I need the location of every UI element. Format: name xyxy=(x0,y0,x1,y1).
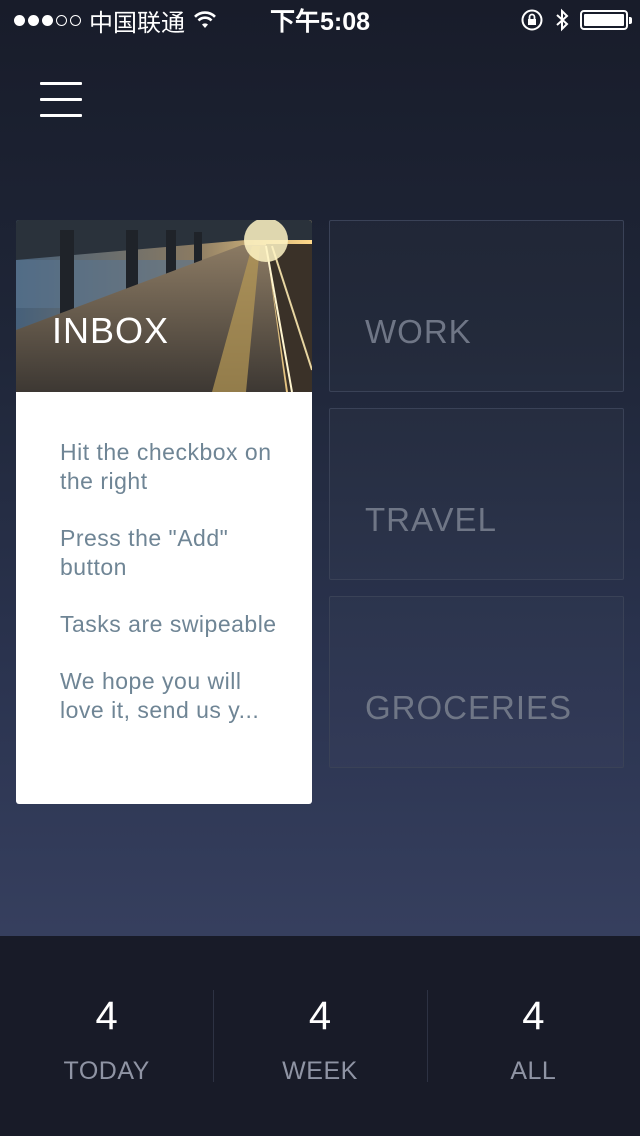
category-label: GROCERIES xyxy=(365,689,573,726)
list-item[interactable]: We hope you will love it, send us y... xyxy=(60,667,288,725)
list-item[interactable]: Press the "Add" button xyxy=(60,524,288,582)
hamburger-menu-icon[interactable] xyxy=(40,82,82,118)
stat-count: 4 xyxy=(95,994,118,1038)
stat-all[interactable]: 4 ALL xyxy=(426,936,640,1136)
inbox-title: INBOX xyxy=(52,310,170,351)
status-time: 下午5:08 xyxy=(269,8,371,36)
status-bar: 中国联通 下午5:08 xyxy=(0,0,640,40)
list-item[interactable]: Tasks are swipeable xyxy=(60,610,288,639)
wifi-icon xyxy=(194,11,216,28)
battery-icon xyxy=(580,10,632,30)
category-card-travel[interactable]: TRAVEL xyxy=(329,408,624,580)
stat-week[interactable]: 4 WEEK xyxy=(213,936,426,1136)
stat-count: 4 xyxy=(308,994,332,1038)
stat-label: TODAY xyxy=(63,1057,150,1085)
category-card-groceries[interactable]: GROCERIES xyxy=(329,596,624,768)
carrier-name: 中国联通 xyxy=(89,9,185,37)
stat-count: 4 xyxy=(522,994,545,1038)
bluetooth-icon xyxy=(556,8,569,32)
stat-label: WEEK xyxy=(282,1057,358,1085)
category-label: WORK xyxy=(365,313,472,350)
status-right xyxy=(520,8,632,32)
stat-label: ALL xyxy=(510,1057,557,1085)
category-label: TRAVEL xyxy=(365,501,497,538)
inbox-cover-image: INBOX xyxy=(16,220,312,392)
rotation-lock-icon xyxy=(521,9,543,31)
inbox-card[interactable]: INBOX Hit the checkbox on the right Pres… xyxy=(16,220,312,804)
stat-today[interactable]: 4 TODAY xyxy=(0,936,213,1136)
signal-strength-icon xyxy=(14,14,81,26)
inbox-task-list: Hit the checkbox on the right Press the … xyxy=(16,392,312,725)
list-item[interactable]: Hit the checkbox on the right xyxy=(60,438,288,496)
status-left: 中国联通 xyxy=(14,3,217,38)
stats-bar: 4 TODAY 4 WEEK 4 ALL xyxy=(0,936,640,1136)
category-card-work[interactable]: WORK xyxy=(329,220,624,392)
